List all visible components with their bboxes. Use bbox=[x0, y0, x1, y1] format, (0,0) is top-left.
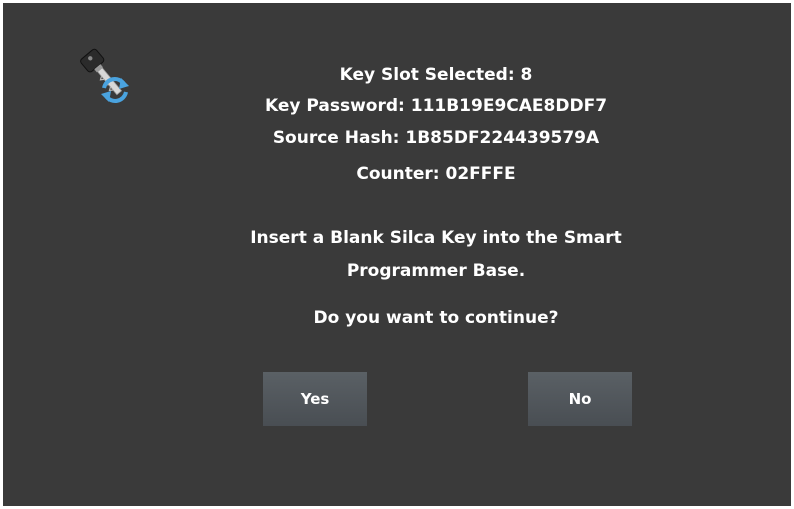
confirmation-dialog: Key Slot Selected: 8 Key Password: 111B1… bbox=[3, 3, 791, 506]
instruction-text-line1: Insert a Blank Silca Key into the Smart bbox=[250, 228, 622, 248]
no-button[interactable]: No bbox=[528, 372, 632, 426]
yes-button[interactable]: Yes bbox=[263, 372, 367, 426]
continue-question: Do you want to continue? bbox=[313, 308, 559, 328]
key-slot-text: Key Slot Selected: 8 bbox=[339, 65, 533, 85]
instruction-text-line2: Programmer Base. bbox=[346, 261, 526, 281]
key-password-text: Key Password: 111B19E9CAE8DDF7 bbox=[264, 96, 608, 116]
counter-text: Counter: 02FFFE bbox=[356, 164, 516, 184]
source-hash-text: Source Hash: 1B85DF224439579A bbox=[272, 128, 600, 148]
